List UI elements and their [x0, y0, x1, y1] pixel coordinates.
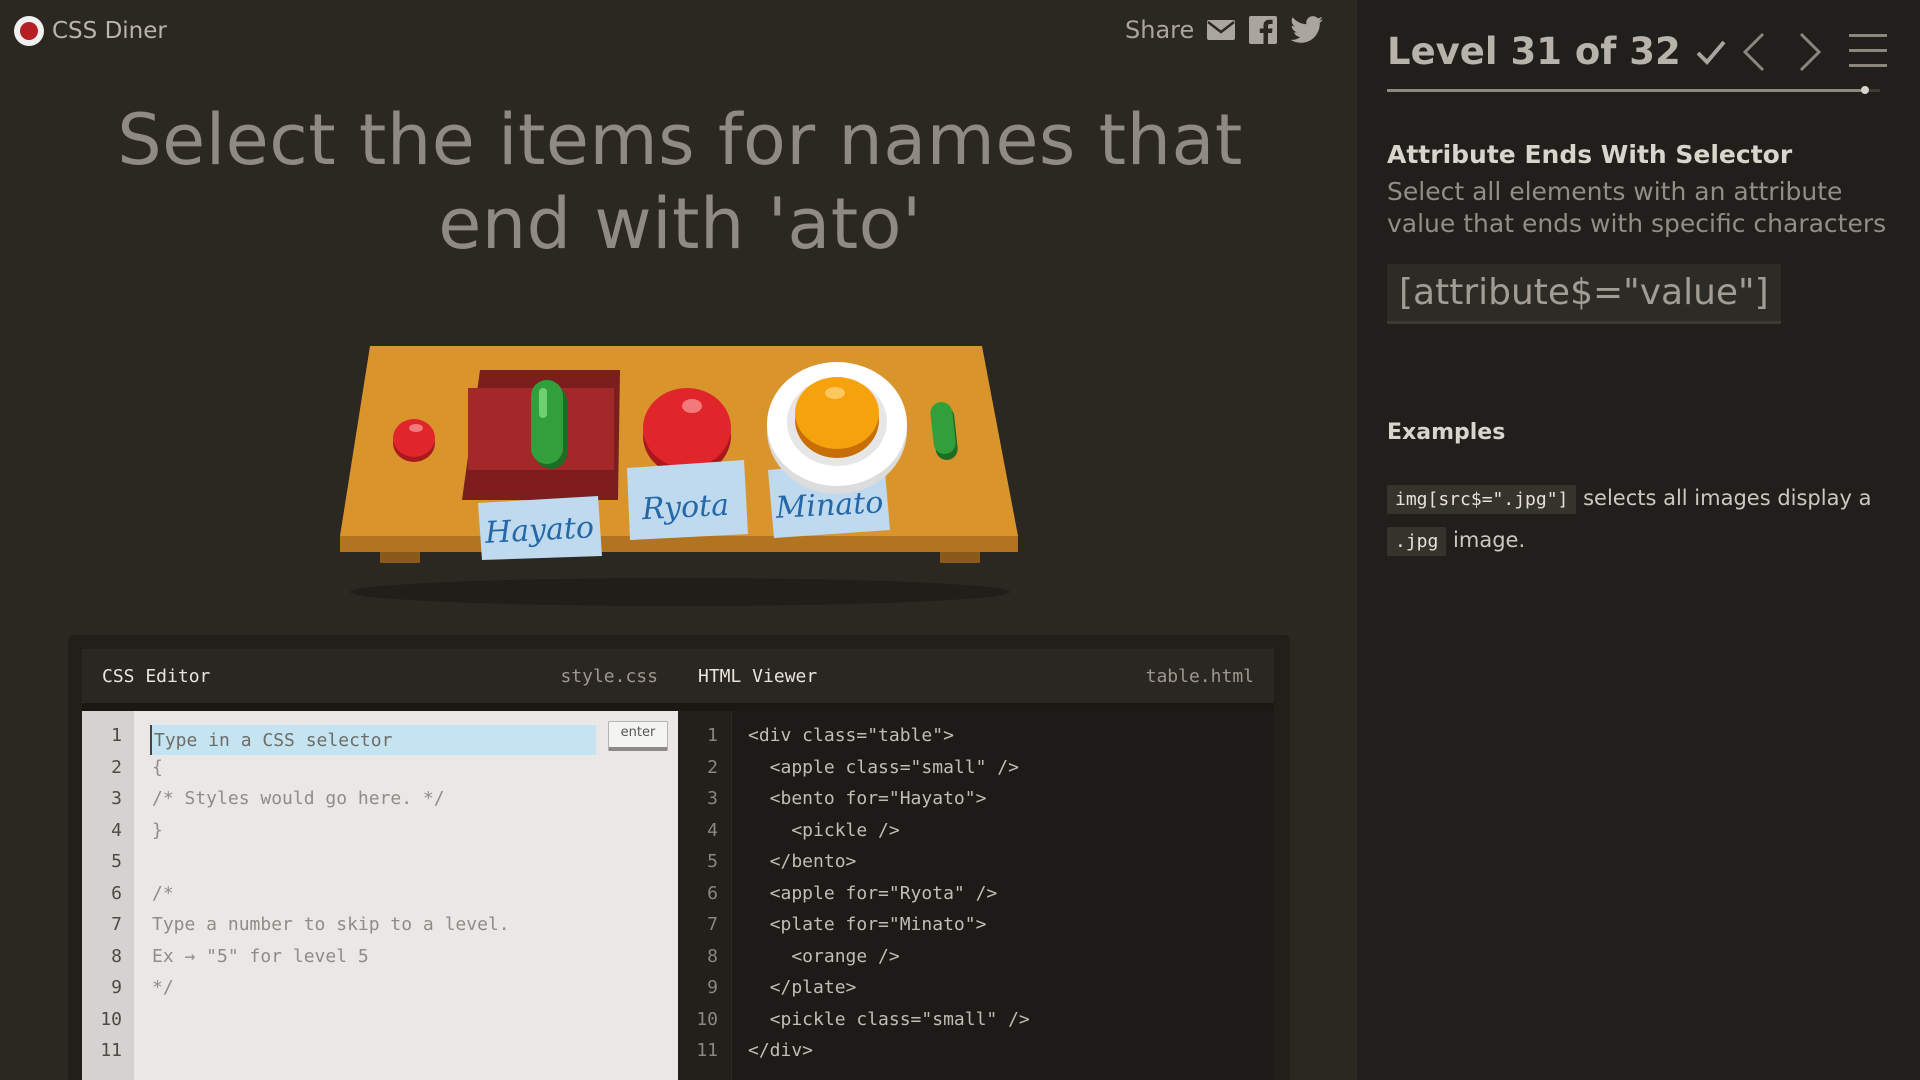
- logo-icon: [14, 16, 44, 46]
- level-sidebar: Level 31 of 32 Attribute Ends With Selec…: [1357, 0, 1920, 1080]
- html-code-line: <pickle class="small" />: [748, 1008, 1030, 1030]
- html-file-name: table.html: [1145, 665, 1254, 687]
- enter-button[interactable]: enter: [608, 721, 668, 751]
- examples-title: Examples: [1387, 420, 1506, 445]
- line-number: 3: [111, 788, 122, 809]
- css-code-line: Ex → "5" for level 5: [152, 945, 369, 967]
- selector-syntax: [attribute$="value"]: [1387, 264, 1781, 324]
- css-editor-header: CSS Editor style.css: [82, 649, 678, 703]
- level-progress-fill: [1387, 89, 1866, 92]
- level-instruction: Select the items for names that end with…: [117, 99, 1243, 265]
- css-code-line: {: [152, 756, 163, 778]
- line-number: 8: [707, 945, 718, 967]
- example-code: img[src$=".jpg"]: [1387, 485, 1577, 514]
- share-label: Share: [1125, 16, 1195, 44]
- twitter-icon[interactable]: [1290, 16, 1324, 44]
- pickle-in-bento: [531, 380, 567, 469]
- html-line-numbers: 1 2 3 4 5 6 7 8 9 10 11: [678, 711, 732, 1080]
- line-number: 2: [707, 756, 718, 778]
- html-code-line: <apple class="small" />: [748, 756, 1019, 778]
- html-code-line: <bento for="Hayato">: [748, 788, 987, 809]
- plate-minato: Minato: [767, 362, 907, 538]
- css-editor-title: CSS Editor: [102, 665, 211, 687]
- line-number: 10: [100, 1008, 122, 1030]
- next-level-icon[interactable]: [1795, 30, 1825, 74]
- html-code-line: <apple for="Ryota" />: [748, 882, 998, 904]
- line-number: 6: [707, 882, 718, 904]
- line-number: 4: [111, 819, 122, 841]
- css-line-numbers: 1 2 3 4 5 6 7 8 9 10 11: [82, 711, 134, 1080]
- share-bar: Share: [1125, 15, 1324, 45]
- example-text: selects all images display a: [1583, 486, 1872, 510]
- mail-icon[interactable]: [1206, 18, 1236, 42]
- level-header: Level 31 of 32: [1387, 30, 1727, 73]
- html-code-line: </bento>: [748, 851, 857, 872]
- css-selector-input[interactable]: [150, 725, 596, 755]
- line-number: 9: [111, 977, 122, 998]
- line-number: 1: [111, 725, 122, 746]
- css-code-line: /*: [152, 882, 174, 904]
- html-viewer-body: 1 2 3 4 5 6 7 8 9 10 11 <div class="table"> <apple…: [678, 711, 1274, 1080]
- menu-icon[interactable]: [1847, 30, 1889, 70]
- line-number: 10: [696, 1008, 718, 1030]
- example-item: img[src$=".jpg"] selects all images disp…: [1387, 478, 1897, 562]
- logo-text: CSS Diner: [52, 18, 167, 44]
- line-number: 5: [111, 851, 122, 872]
- line-number: 7: [111, 914, 122, 935]
- line-number: 11: [100, 1040, 122, 1061]
- line-number: 11: [696, 1040, 718, 1061]
- line-number: 2: [111, 756, 122, 778]
- html-viewer-title: HTML Viewer: [698, 665, 818, 687]
- css-code-line: }: [152, 819, 163, 841]
- css-code-line: */: [152, 977, 174, 998]
- line-number: 4: [707, 819, 718, 841]
- selector-name: Attribute Ends With Selector: [1387, 140, 1793, 169]
- line-number: 9: [707, 977, 718, 998]
- logo[interactable]: CSS Diner: [14, 16, 167, 46]
- level-progress-marker: [1861, 86, 1870, 94]
- dining-table: Hayato Ryota Minato: [330, 340, 1030, 610]
- line-number: 3: [707, 788, 718, 809]
- line-number: 7: [707, 914, 718, 935]
- css-file-name: style.css: [560, 665, 658, 687]
- line-number: 5: [707, 851, 718, 872]
- level-progress-bar: [1387, 86, 1880, 94]
- editor-panel: CSS Editor style.css HTML Viewer table.h…: [68, 635, 1290, 1080]
- html-code-line: </div>: [748, 1040, 814, 1061]
- selector-description: Select all elements with an attribute va…: [1387, 177, 1887, 238]
- html-viewer-header: HTML Viewer table.html: [678, 649, 1274, 703]
- svg-text:Hayato: Hayato: [483, 510, 595, 551]
- checkmark-icon: [1696, 40, 1726, 65]
- css-code-line: Type a number to skip to a level.: [152, 914, 510, 935]
- example-text-end: image.: [1453, 528, 1526, 552]
- html-code-line: <plate for="Minato">: [748, 914, 987, 935]
- level-indicator: Level 31 of 32: [1387, 30, 1681, 73]
- css-code-line: /* Styles would go here. */: [152, 788, 445, 809]
- previous-level-icon[interactable]: [1739, 30, 1769, 74]
- svg-text:Ryota: Ryota: [640, 488, 730, 528]
- line-number: 1: [707, 725, 718, 746]
- game-area: CSS Diner Share Select the items for nam…: [0, 0, 1357, 1080]
- line-number: 8: [111, 945, 122, 967]
- facebook-icon[interactable]: [1248, 15, 1278, 45]
- css-editor-body[interactable]: 1 2 3 4 5 6 7 8 9 10 11 enter { /* Styles would go …: [82, 711, 678, 1080]
- orange-on-plate: [795, 377, 879, 458]
- example-code-ext: .jpg: [1387, 527, 1447, 556]
- html-code-line: <div class="table">: [748, 725, 954, 746]
- html-code-line: <pickle />: [748, 819, 900, 841]
- line-number: 6: [111, 882, 122, 904]
- html-code-line: <orange />: [748, 945, 900, 967]
- bento-hayato: Hayato: [462, 370, 620, 560]
- small-apple: [393, 419, 435, 462]
- html-code-line: </plate>: [748, 977, 857, 998]
